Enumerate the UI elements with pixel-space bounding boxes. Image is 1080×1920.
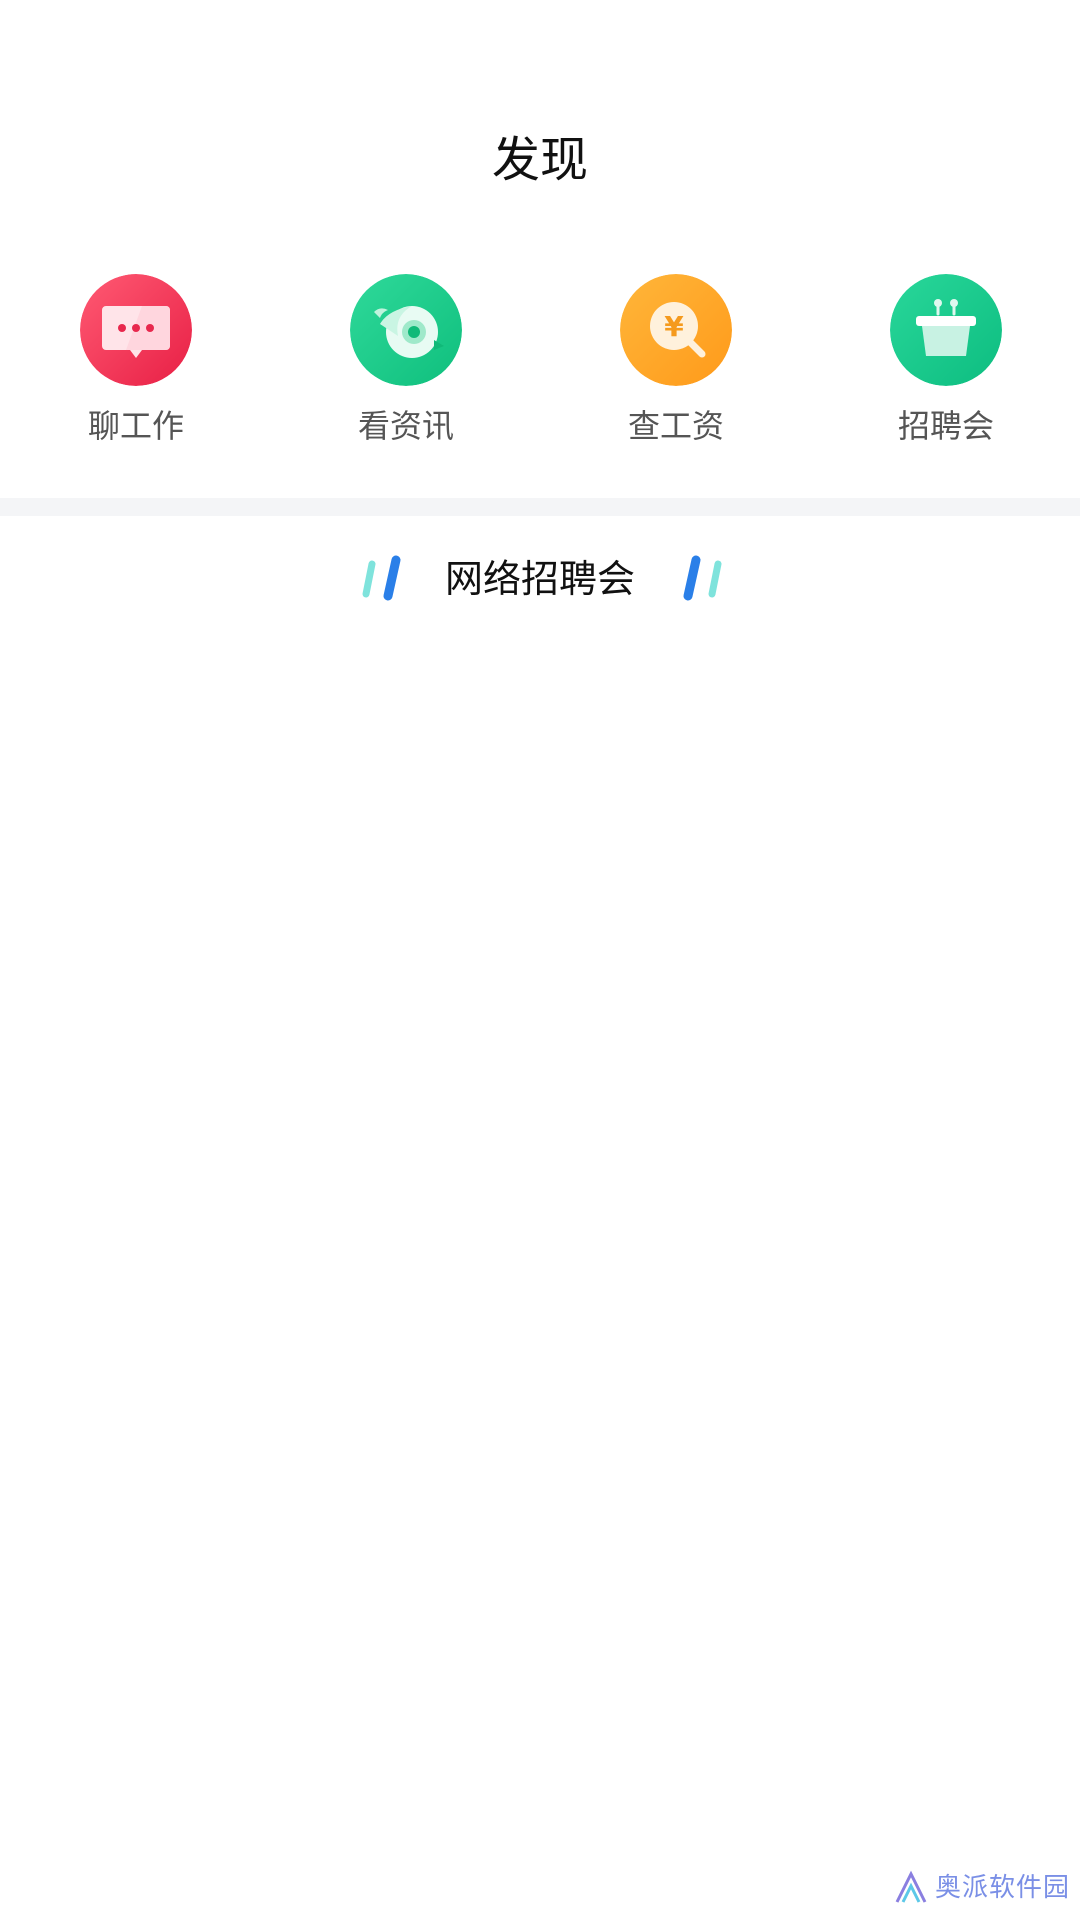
quick-action-label: 招聘会 [897, 407, 994, 445]
watermark-logo-icon [895, 1870, 927, 1903]
quick-action-salary[interactable]: ¥ 查工资 [576, 270, 776, 460]
watermark-text: 奥派软件园 [934, 1873, 1070, 1903]
svg-text:¥: ¥ [664, 310, 684, 343]
section-title: 网络招聘会 [444, 557, 635, 601]
quick-action-label: 查工资 [627, 407, 724, 445]
quick-action-chat-work[interactable]: 聊工作 [36, 270, 236, 460]
news-eye-icon [350, 274, 462, 386]
salary-search-icon: ¥ [620, 274, 732, 386]
page-title: 发现 [491, 132, 588, 188]
quick-action-news[interactable]: 看资讯 [306, 270, 506, 460]
quick-action-label: 聊工作 [87, 407, 184, 445]
quick-actions-row: 聊工作 看资讯 ¥ 查工资 招聘会 [0, 270, 1080, 460]
job-fair-podium-icon [890, 274, 1002, 386]
slash-decoration-left-icon [358, 554, 408, 604]
section-heading: 网络招聘会 [0, 554, 1080, 604]
quick-action-label: 看资讯 [357, 407, 454, 445]
slash-decoration-right-icon [676, 554, 726, 604]
chat-icon [80, 274, 192, 386]
quick-action-job-fair[interactable]: 招聘会 [846, 270, 1046, 460]
section-divider [0, 498, 1080, 516]
watermark: 奥派软件园 [893, 1868, 1070, 1908]
